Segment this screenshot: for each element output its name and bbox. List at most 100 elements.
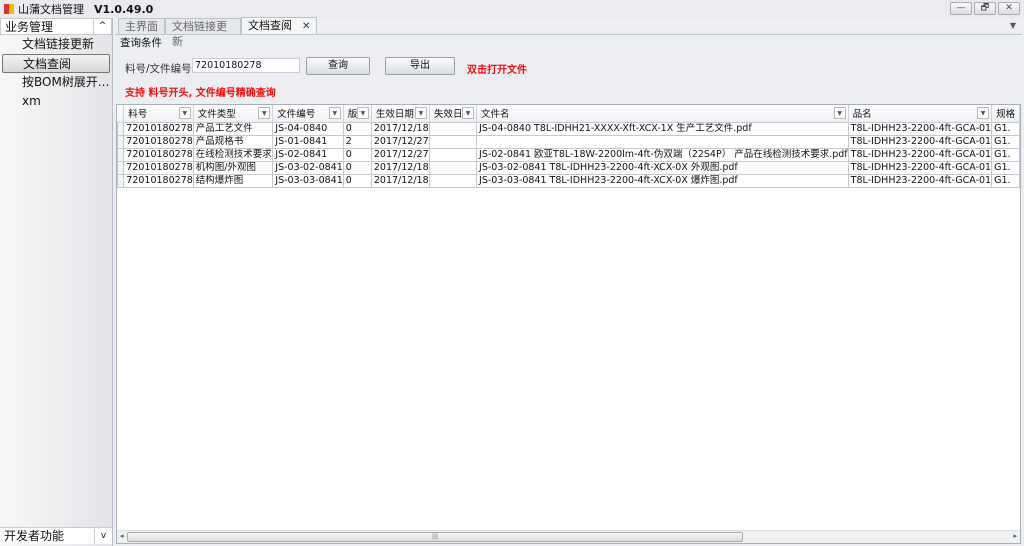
- table-row[interactable]: 72010180278 结构爆炸图 JS-03-03-0841 0 2017/12/18…: [117, 173, 1020, 188]
- column-header[interactable]: 品名 ▼: [848, 105, 993, 122]
- tab-doc-link-update[interactable]: 文档链接更新: [165, 18, 241, 48]
- column-header[interactable]: 文件编号 ▼: [272, 105, 344, 122]
- tab-home[interactable]: 主界面: [118, 18, 165, 34]
- table-cell[interactable]: JS-04-0840: [272, 121, 344, 136]
- table-cell[interactable]: 72010180278: [123, 160, 194, 175]
- tab-list-dropdown-icon[interactable]: ▼: [1010, 21, 1016, 30]
- main-area: 主界面 文档链接更新 文档查阅 ✕ ▼ 查询条件 料号/文件编号 72010180…: [115, 17, 1022, 546]
- scrollbar-thumb[interactable]: |||: [127, 532, 743, 542]
- column-header-label: 文件名: [481, 109, 510, 121]
- sidebar: 业务管理 ^ 文档链接更新 文档查阅 按BOM树展开... xm 开发者功能 v: [0, 18, 113, 546]
- table-cell[interactable]: JS-04-0840 T8L-IDHH21-XXXX-Xft-XCX-1X 生产…: [476, 121, 849, 136]
- column-header[interactable]: 失效日期 ▼: [429, 105, 478, 122]
- filter-dropdown-icon[interactable]: ▼: [833, 107, 846, 119]
- table-cell[interactable]: [428, 121, 478, 136]
- query-group: 查询条件 料号/文件编号 72010180278 查询 导出 双击打开文件 支持…: [116, 37, 1021, 103]
- tab-doc-query[interactable]: 文档查阅 ✕: [241, 17, 318, 34]
- table-cell[interactable]: 在线检测技术要求: [192, 147, 274, 162]
- table-cell[interactable]: 0: [342, 173, 372, 188]
- table-cell[interactable]: 2017/12/27: [370, 134, 430, 149]
- sidebar-item-doc-link-update[interactable]: 文档链接更新: [0, 35, 112, 54]
- column-header[interactable]: 版本▼: [343, 105, 372, 122]
- table-cell[interactable]: G1.: [991, 147, 1020, 162]
- table-cell[interactable]: JS-01-0841: [272, 134, 344, 149]
- table-cell[interactable]: G1.: [991, 134, 1020, 149]
- search-button[interactable]: 查询: [306, 57, 370, 75]
- table-cell[interactable]: [428, 147, 478, 162]
- table-cell[interactable]: 产品规格书: [192, 134, 274, 149]
- table-cell[interactable]: JS-03-02-0841: [272, 160, 344, 175]
- table-cell[interactable]: 72010180278: [123, 173, 194, 188]
- scroll-right-icon[interactable]: ▸: [1013, 532, 1017, 540]
- column-header[interactable]: 料号 ▼: [123, 105, 194, 122]
- table-cell[interactable]: JS-03-02-0841 T8L-IDHH23-2200-4ft-XCX-0X…: [476, 160, 849, 175]
- table-cell[interactable]: 机构图/外观图: [192, 160, 274, 175]
- sidebar-section-developer[interactable]: 开发者功能 v: [0, 527, 112, 544]
- table-cell[interactable]: T8L-IDHH23-2200-4ft-GCA-01: [847, 147, 993, 162]
- table-cell[interactable]: [476, 134, 849, 149]
- filter-dropdown-icon[interactable]: ▼: [328, 107, 341, 119]
- table-cell[interactable]: T8L-IDHH23-2200-4ft-GCA-01: [847, 121, 993, 136]
- column-header-label: 规格: [996, 109, 1016, 121]
- sidebar-item-xm[interactable]: xm: [0, 92, 112, 111]
- table-cell[interactable]: 72010180278: [123, 121, 194, 136]
- export-button[interactable]: 导出: [385, 57, 455, 75]
- table-cell[interactable]: T8L-IDHH23-2200-4ft-GCA-01: [847, 160, 993, 175]
- part-number-input[interactable]: 72010180278: [192, 58, 300, 73]
- filter-dropdown-icon[interactable]: ▼: [414, 107, 427, 119]
- table-cell[interactable]: 2: [342, 134, 372, 149]
- table-cell[interactable]: 0: [342, 160, 372, 175]
- table-cell[interactable]: JS-02-0841 欧亚T8L-18W-2200lm-4ft-伪双端（22S4…: [476, 147, 849, 162]
- table-cell[interactable]: 2017/12/18: [370, 160, 430, 175]
- table-cell[interactable]: T8L-IDHH23-2200-4ft-GCA-01: [847, 173, 993, 188]
- filter-dropdown-icon[interactable]: ▼: [977, 107, 990, 119]
- close-tab-icon[interactable]: ✕: [302, 21, 310, 32]
- column-header[interactable]: 文件类型 ▼: [193, 105, 274, 122]
- chevron-up-icon[interactable]: ^: [93, 19, 111, 34]
- minimize-button[interactable]: —: [950, 2, 972, 15]
- sidebar-section-header[interactable]: 业务管理 ^: [0, 18, 112, 35]
- sidebar-footer-label: 开发者功能: [4, 529, 65, 543]
- query-support-hint: 支持 料号开头, 文件编号精确查询: [125, 88, 276, 99]
- table-cell[interactable]: JS-02-0841: [272, 147, 344, 162]
- table-row[interactable]: 72010180278 产品工艺文件 JS-04-0840 0 2017/12/18 JS…: [117, 121, 1020, 136]
- filter-dropdown-icon[interactable]: ▼: [258, 107, 271, 119]
- table-cell[interactable]: 产品工艺文件: [192, 121, 274, 136]
- column-header[interactable]: 生效日期 ▼: [371, 105, 430, 122]
- filter-dropdown-icon[interactable]: ▼: [178, 107, 191, 119]
- table-cell[interactable]: T8L-IDHH23-2200-4ft-GCA-01: [847, 134, 993, 149]
- table-cell[interactable]: 72010180278: [123, 134, 194, 149]
- table-cell[interactable]: JS-03-03-0841 T8L-IDHH23-2200-4ft-XCX-0X…: [476, 173, 849, 188]
- table-cell[interactable]: JS-03-03-0841: [272, 173, 344, 188]
- table-cell[interactable]: [428, 134, 478, 149]
- table-cell[interactable]: 2017/12/27: [370, 147, 430, 162]
- table-row[interactable]: 72010180278 产品规格书 JS-01-0841 2 2017/12/27 T8L…: [117, 134, 1020, 149]
- sidebar-item-bom-tree[interactable]: 按BOM树展开...: [0, 73, 112, 92]
- table-cell[interactable]: 72010180278: [123, 147, 194, 162]
- chevron-down-icon[interactable]: v: [94, 529, 112, 544]
- filter-dropdown-icon[interactable]: ▼: [462, 107, 475, 119]
- table-cell[interactable]: 2017/12/18: [370, 121, 430, 136]
- column-header[interactable]: 文件名 ▼: [476, 105, 849, 122]
- sidebar-item-doc-query[interactable]: 文档查阅: [2, 54, 110, 73]
- scroll-left-icon[interactable]: ◂: [120, 532, 124, 540]
- table-cell[interactable]: 结构爆炸图: [192, 173, 274, 188]
- table-cell[interactable]: [428, 173, 478, 188]
- documents-grid[interactable]: 料号▼文件类型▼文件编号▼版本▼生效日期▼失效日期▼文件名▼品名▼规格 7201…: [116, 104, 1021, 544]
- column-header-label: 文件类型: [197, 109, 236, 121]
- table-cell[interactable]: G1.: [991, 121, 1020, 136]
- table-row[interactable]: 72010180278 机构图/外观图 JS-03-02-0841 0 2017/12/…: [117, 160, 1020, 175]
- table-cell[interactable]: G1.: [991, 160, 1020, 175]
- column-header[interactable]: 规格: [991, 105, 1020, 122]
- restore-button[interactable]: 🗗: [974, 2, 996, 15]
- filter-dropdown-icon[interactable]: ▼: [356, 107, 369, 119]
- table-row[interactable]: 72010180278 在线检测技术要求 JS-02-0841 0 2017/12/27…: [117, 147, 1020, 162]
- table-cell[interactable]: 0: [342, 147, 372, 162]
- close-button[interactable]: ✕: [998, 2, 1020, 15]
- horizontal-scrollbar[interactable]: ◂ ||| ▸: [117, 530, 1020, 543]
- table-cell[interactable]: 2017/12/18: [370, 173, 430, 188]
- tab-label: 文档查阅: [248, 19, 292, 32]
- table-cell[interactable]: 0: [342, 121, 372, 136]
- table-cell[interactable]: G1.: [991, 173, 1020, 188]
- table-cell[interactable]: [428, 160, 478, 175]
